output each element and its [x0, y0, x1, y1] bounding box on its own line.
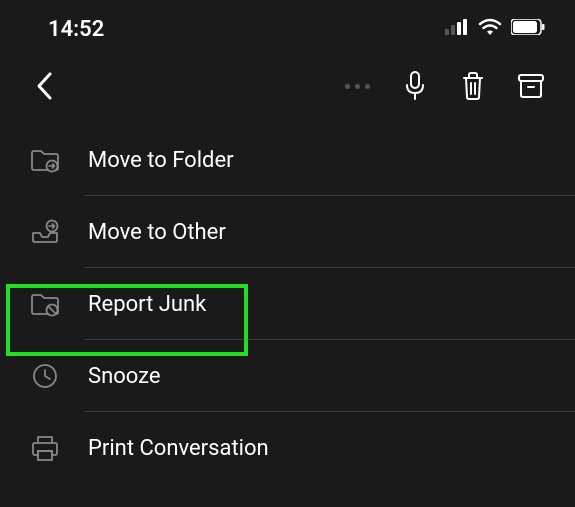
menu-item-report-junk[interactable]: Report Junk	[0, 268, 575, 340]
menu-item-move-folder[interactable]: Move to Folder	[0, 124, 575, 196]
battery-icon	[511, 19, 545, 39]
menu-item-label: Move to Other	[88, 220, 226, 245]
wifi-icon	[477, 17, 503, 41]
cellular-icon	[445, 19, 469, 39]
status-bar: 14:52	[0, 0, 575, 54]
menu-item-move-other[interactable]: Move to Other	[0, 196, 575, 268]
back-button[interactable]	[22, 64, 66, 108]
printer-icon	[28, 431, 62, 465]
more-button[interactable]	[335, 64, 379, 108]
mic-button[interactable]	[393, 64, 437, 108]
inbox-move-icon	[28, 215, 62, 249]
delete-button[interactable]	[451, 64, 495, 108]
menu-item-label: Snooze	[88, 364, 161, 389]
status-time: 14:52	[48, 17, 104, 42]
ellipsis-icon	[345, 84, 370, 89]
action-menu: Move to Folder Move to Other Report Junk	[0, 124, 575, 484]
folder-move-icon	[28, 143, 62, 177]
menu-item-label: Move to Folder	[88, 148, 234, 173]
archive-button[interactable]	[509, 64, 553, 108]
toolbar	[0, 54, 575, 124]
menu-item-print[interactable]: Print Conversation	[0, 412, 575, 484]
menu-item-label: Report Junk	[88, 292, 206, 317]
menu-item-label: Print Conversation	[88, 436, 269, 461]
menu-item-snooze[interactable]: Snooze	[0, 340, 575, 412]
folder-junk-icon	[28, 287, 62, 321]
status-indicators	[445, 17, 545, 41]
clock-icon	[28, 359, 62, 393]
